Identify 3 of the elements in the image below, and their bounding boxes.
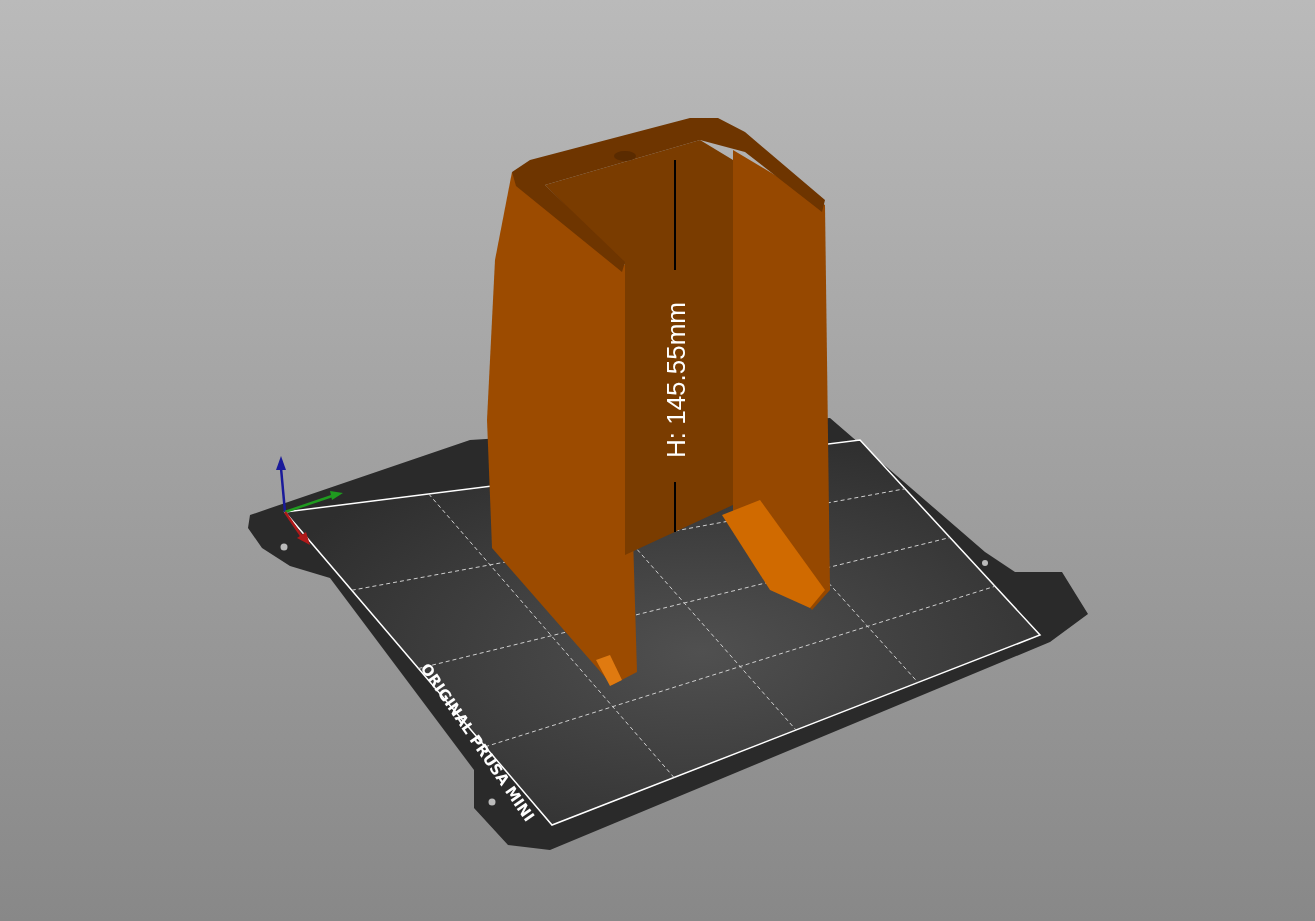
axes-icon [276,456,343,545]
height-label: H: 145.55mm [661,301,691,459]
height-dimension-line [674,481,676,533]
